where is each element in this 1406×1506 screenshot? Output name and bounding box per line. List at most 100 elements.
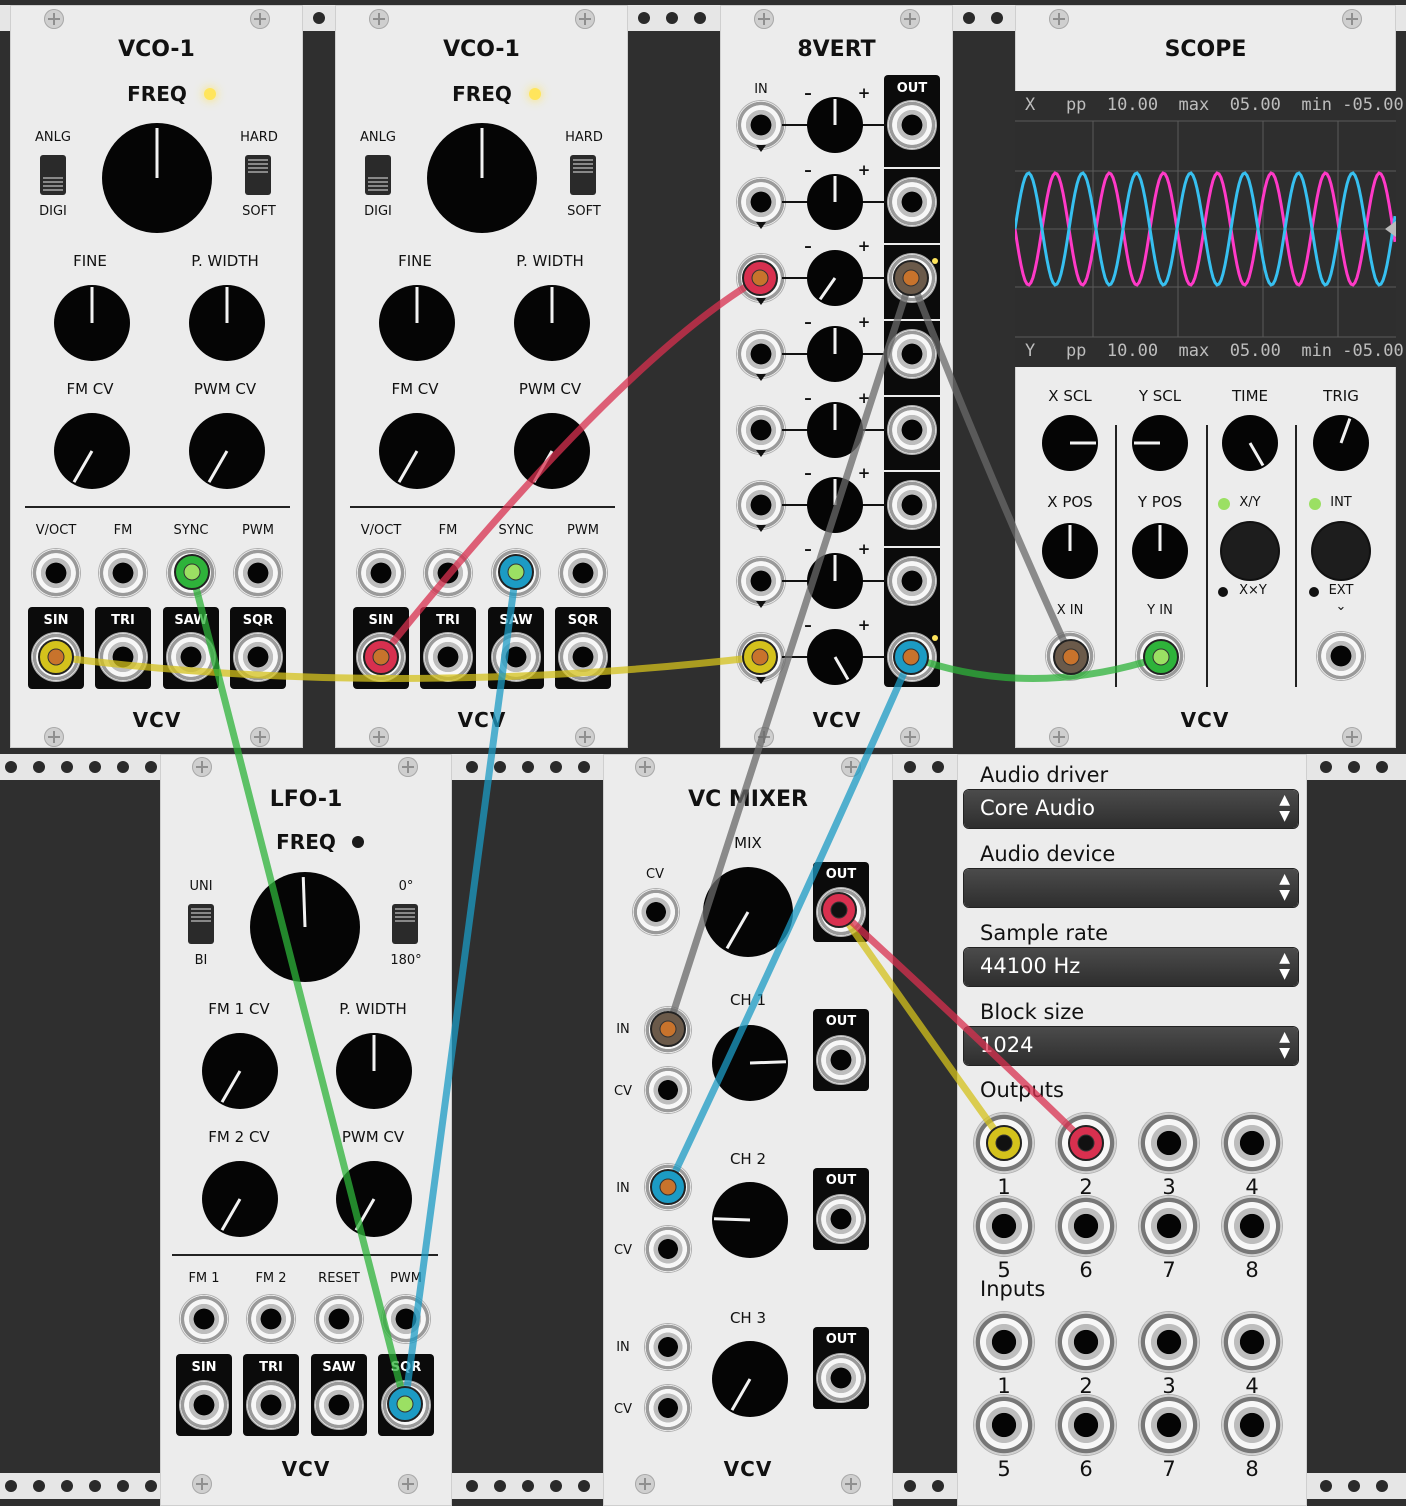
attenuverter-knob-8[interactable] bbox=[807, 629, 863, 685]
audio-in-jack-3[interactable] bbox=[1139, 1312, 1199, 1372]
anlg-digi-switch[interactable] bbox=[40, 155, 66, 195]
in-jack-7[interactable] bbox=[737, 557, 785, 605]
ch1-out-jack[interactable] bbox=[817, 1036, 865, 1084]
saw-jack[interactable] bbox=[167, 633, 215, 681]
fm1-jack[interactable] bbox=[180, 1295, 228, 1343]
ch3-in-jack[interactable] bbox=[645, 1324, 691, 1370]
hard-soft-switch[interactable] bbox=[570, 155, 596, 195]
reset-jack[interactable] bbox=[315, 1295, 363, 1343]
attenuverter-knob-6[interactable] bbox=[807, 477, 863, 533]
ch3-out-jack[interactable] bbox=[817, 1354, 865, 1402]
audio-driver-select[interactable]: Core Audio ▲ ▼ bbox=[964, 790, 1298, 828]
in-jack-6[interactable] bbox=[737, 481, 785, 529]
attenuverter-knob-1[interactable] bbox=[807, 97, 863, 153]
ch2-knob[interactable] bbox=[712, 1182, 788, 1258]
in-jack-4[interactable] bbox=[737, 330, 785, 378]
xpos-knob[interactable] bbox=[1042, 523, 1098, 579]
pwmcv-knob[interactable] bbox=[514, 413, 590, 489]
fmcv-knob[interactable] bbox=[379, 413, 455, 489]
pwidth-knob[interactable] bbox=[189, 285, 265, 361]
ch1-cv-jack[interactable] bbox=[645, 1067, 691, 1113]
pwm-jack[interactable] bbox=[382, 1295, 430, 1343]
tri-jack[interactable] bbox=[99, 633, 147, 681]
attenuverter-knob-7[interactable] bbox=[807, 553, 863, 609]
out-jack-3[interactable] bbox=[888, 254, 936, 302]
audio-in-jack-2[interactable] bbox=[1056, 1312, 1116, 1372]
saw-jack[interactable] bbox=[315, 1381, 363, 1429]
audio-in-jack-5[interactable] bbox=[974, 1395, 1034, 1455]
sqr-jack[interactable] bbox=[559, 633, 607, 681]
out-jack-4[interactable] bbox=[888, 330, 936, 378]
sin-jack[interactable] bbox=[32, 633, 80, 681]
audio-out-jack-5[interactable] bbox=[974, 1196, 1034, 1256]
voct-jack[interactable] bbox=[32, 549, 80, 597]
out-jack-7[interactable] bbox=[888, 557, 936, 605]
out-jack-2[interactable] bbox=[888, 178, 936, 226]
ypos-knob[interactable] bbox=[1132, 523, 1188, 579]
ch2-out-jack[interactable] bbox=[817, 1195, 865, 1243]
pwm-jack[interactable] bbox=[559, 549, 607, 597]
audio-out-jack-2[interactable] bbox=[1056, 1113, 1116, 1173]
fm2cv-knob[interactable] bbox=[202, 1161, 278, 1237]
sin-jack[interactable] bbox=[180, 1381, 228, 1429]
audio-in-jack-1[interactable] bbox=[974, 1312, 1034, 1372]
mix-cv-jack[interactable] bbox=[633, 889, 679, 935]
time-knob[interactable] bbox=[1222, 415, 1278, 471]
fm-jack[interactable] bbox=[99, 549, 147, 597]
out-jack-6[interactable] bbox=[888, 481, 936, 529]
audio-out-jack-4[interactable] bbox=[1222, 1113, 1282, 1173]
audio-out-jack-3[interactable] bbox=[1139, 1113, 1199, 1173]
pwmcv-knob[interactable] bbox=[189, 413, 265, 489]
xscl-knob[interactable] bbox=[1042, 415, 1098, 471]
ch3-knob[interactable] bbox=[712, 1341, 788, 1417]
tri-jack[interactable] bbox=[247, 1381, 295, 1429]
in-jack-1[interactable] bbox=[737, 101, 785, 149]
trig-knob[interactable] bbox=[1313, 415, 1369, 471]
out-jack-5[interactable] bbox=[888, 406, 936, 454]
attenuverter-knob-5[interactable] bbox=[807, 402, 863, 458]
fine-knob[interactable] bbox=[379, 285, 455, 361]
tri-jack[interactable] bbox=[424, 633, 472, 681]
xin-jack[interactable] bbox=[1046, 632, 1094, 680]
sync-jack[interactable] bbox=[492, 549, 540, 597]
sin-jack[interactable] bbox=[357, 633, 405, 681]
fine-knob[interactable] bbox=[54, 285, 130, 361]
audio-device-select[interactable]: ▲ ▼ bbox=[964, 869, 1298, 907]
sync-jack[interactable] bbox=[167, 549, 215, 597]
freq-knob[interactable] bbox=[250, 872, 360, 982]
fm2-jack[interactable] bbox=[247, 1295, 295, 1343]
sqr-jack[interactable] bbox=[382, 1381, 430, 1429]
fm1cv-knob[interactable] bbox=[202, 1033, 278, 1109]
ch1-knob[interactable] bbox=[712, 1025, 788, 1101]
mix-out-jack[interactable] bbox=[817, 888, 865, 936]
audio-in-jack-7[interactable] bbox=[1139, 1395, 1199, 1455]
ch3-cv-jack[interactable] bbox=[645, 1385, 691, 1431]
mix-knob[interactable] bbox=[703, 867, 793, 957]
attenuverter-knob-3[interactable] bbox=[807, 250, 863, 306]
audio-in-jack-6[interactable] bbox=[1056, 1395, 1116, 1455]
uni-bi-switch[interactable] bbox=[188, 904, 214, 944]
ch2-cv-jack[interactable] bbox=[645, 1226, 691, 1272]
anlg-digi-switch[interactable] bbox=[365, 155, 391, 195]
int-ext-button[interactable] bbox=[1313, 523, 1369, 579]
audio-in-jack-8[interactable] bbox=[1222, 1395, 1282, 1455]
audio-out-jack-7[interactable] bbox=[1139, 1196, 1199, 1256]
ch1-in-jack[interactable] bbox=[645, 1007, 691, 1053]
block-size-select[interactable]: 1024 ▲ ▼ bbox=[964, 1027, 1298, 1065]
audio-out-jack-6[interactable] bbox=[1056, 1196, 1116, 1256]
audio-out-jack-8[interactable] bbox=[1222, 1196, 1282, 1256]
yscl-knob[interactable] bbox=[1132, 415, 1188, 471]
saw-jack[interactable] bbox=[492, 633, 540, 681]
sqr-jack[interactable] bbox=[234, 633, 282, 681]
in-jack-8[interactable] bbox=[737, 633, 785, 681]
freq-knob[interactable] bbox=[102, 123, 212, 233]
fm-jack[interactable] bbox=[424, 549, 472, 597]
fmcv-knob[interactable] bbox=[54, 413, 130, 489]
xy-button[interactable] bbox=[1222, 523, 1278, 579]
yin-jack[interactable] bbox=[1136, 632, 1184, 680]
attenuverter-knob-4[interactable] bbox=[807, 326, 863, 382]
phase-switch[interactable] bbox=[392, 904, 418, 944]
hard-soft-switch[interactable] bbox=[245, 155, 271, 195]
freq-knob[interactable] bbox=[427, 123, 537, 233]
audio-in-jack-4[interactable] bbox=[1222, 1312, 1282, 1372]
